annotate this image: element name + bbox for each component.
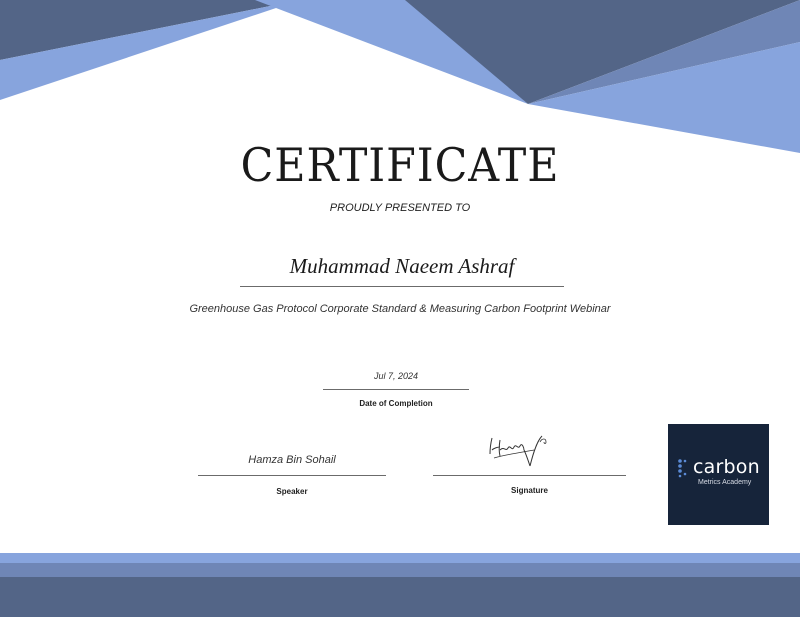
course-title: Greenhouse Gas Protocol Corporate Standa… bbox=[189, 303, 611, 315]
bottom-decoration bbox=[0, 553, 800, 617]
presented-to-label: PROUDLY PRESENTED TO bbox=[329, 202, 471, 214]
date-caption: Date of Completion bbox=[359, 399, 433, 408]
dot-cluster-icon bbox=[678, 459, 687, 478]
signature-caption: Signature bbox=[511, 486, 548, 495]
top-decoration bbox=[0, 0, 800, 153]
handwritten-signature-icon bbox=[489, 435, 547, 467]
certificate-title: CERTIFICATE bbox=[240, 138, 560, 192]
speaker-name: Hamza Bin Sohail bbox=[248, 454, 336, 466]
date-underline bbox=[323, 389, 469, 390]
logo-wordmark: carbon bbox=[693, 456, 760, 478]
signature-underline bbox=[433, 475, 626, 476]
carbon-metrics-logo: carbon Metrics Academy bbox=[668, 424, 769, 525]
certificate: CERTIFICATE PROUDLY PRESENTED TO Muhamma… bbox=[0, 0, 800, 617]
recipient-name: Muhammad Naeem Ashraf bbox=[289, 254, 515, 278]
completion-date: Jul 7, 2024 bbox=[373, 371, 419, 381]
logo-subtitle: Metrics Academy bbox=[698, 479, 752, 486]
speaker-caption: Speaker bbox=[276, 487, 308, 496]
recipient-underline bbox=[240, 286, 564, 287]
speaker-underline bbox=[198, 475, 386, 476]
